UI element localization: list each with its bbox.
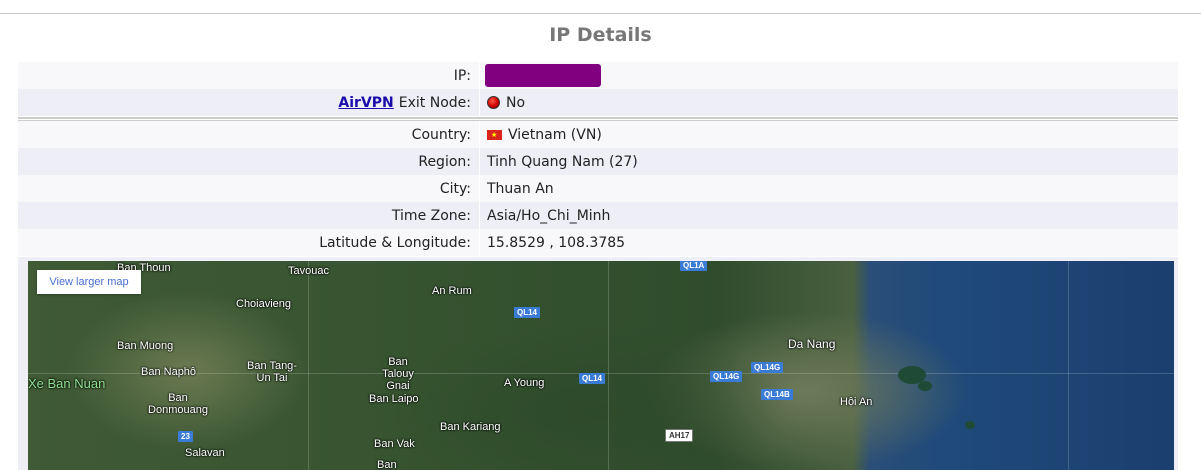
city-value: Thuan An <box>487 180 554 197</box>
map-label: Ban Talouy Gnai <box>382 356 414 392</box>
exit-node-label: Exit Node: <box>398 94 471 111</box>
road-shield: QL14 <box>579 373 606 384</box>
map-gridline <box>1068 261 1069 470</box>
satellite-map[interactable]: Ban Thoun Tavouac An Rum Choiavieng Ban … <box>28 261 1174 470</box>
top-divider <box>0 13 1201 14</box>
road-shield: QL1A <box>680 261 708 271</box>
map-label: Tavouac <box>288 265 329 277</box>
map-label: Da Nang <box>788 337 836 351</box>
ip-label: IP: <box>18 62 480 89</box>
vietnam-flag-icon <box>487 129 502 140</box>
latlon-value: 15.8529 , 108.3785 <box>487 234 626 251</box>
map-label: A Young <box>504 377 545 389</box>
road-shield: QL14B <box>761 389 793 400</box>
view-larger-map-button[interactable]: View larger map <box>37 270 141 294</box>
row-latlon: Latitude & Longitude: 15.8529 , 108.3785 <box>18 229 1178 256</box>
timezone-value: Asia/Ho_Chi_Minh <box>487 207 611 224</box>
road-shield: QL14G <box>710 371 743 382</box>
row-country: Country: Vietnam (VN) <box>18 121 1178 148</box>
region-label: Region: <box>18 148 480 175</box>
region-value: Tinh Quang Nam (27) <box>487 153 638 170</box>
map-label: An Rum <box>432 285 472 297</box>
row-exit-node: AirVPN Exit Node: No <box>18 89 1178 116</box>
airvpn-link[interactable]: AirVPN <box>338 95 393 111</box>
map-label: Ban Laipo <box>369 393 419 405</box>
exit-node-value: No <box>506 94 526 111</box>
country-label: Country: <box>18 121 480 148</box>
map-label: Choiavieng <box>236 298 292 310</box>
map-container: Ban Thoun Tavouac An Rum Choiavieng Ban … <box>18 257 1178 470</box>
map-label: Salavan <box>185 447 225 459</box>
map-label: Hội An <box>840 396 873 408</box>
row-region: Region: Tinh Quang Nam (27) <box>18 148 1178 175</box>
road-shield: AH17 <box>665 429 694 442</box>
map-label: Ban Muong <box>117 340 174 352</box>
road-shield: 23 <box>178 431 193 442</box>
island <box>918 381 932 391</box>
road-shield: QL14G <box>751 362 784 373</box>
road-shield: QL14 <box>514 307 541 318</box>
latlon-label: Latitude & Longitude: <box>18 229 480 256</box>
country-value: Vietnam (VN) <box>508 126 602 143</box>
row-ip: IP: <box>18 62 1178 89</box>
page-title: IP Details <box>549 24 652 46</box>
map-label: Ban <box>377 459 397 470</box>
map-gridline <box>308 261 309 470</box>
city-label: City: <box>18 175 480 202</box>
map-label: Ban Tang-Un Tai <box>247 360 297 384</box>
red-status-dot-icon <box>487 96 500 109</box>
map-label: Ban Naphô <box>141 366 197 378</box>
row-timezone: Time Zone: Asia/Ho_Chi_Minh <box>18 202 1178 229</box>
map-label: Ban Donmouang <box>148 392 208 416</box>
map-label: Ban Vak <box>374 438 415 450</box>
map-label: Xe Ban Nuan <box>28 376 106 391</box>
row-city: City: Thuan An <box>18 175 1178 202</box>
island <box>965 421 975 429</box>
map-label: Ban Kariang <box>440 421 501 433</box>
ip-details-table: IP: AirVPN Exit Node: No Country: Vietnam… <box>18 62 1178 256</box>
map-gridline <box>608 261 609 470</box>
ip-value-redacted <box>485 64 601 87</box>
timezone-label: Time Zone: <box>18 202 480 229</box>
